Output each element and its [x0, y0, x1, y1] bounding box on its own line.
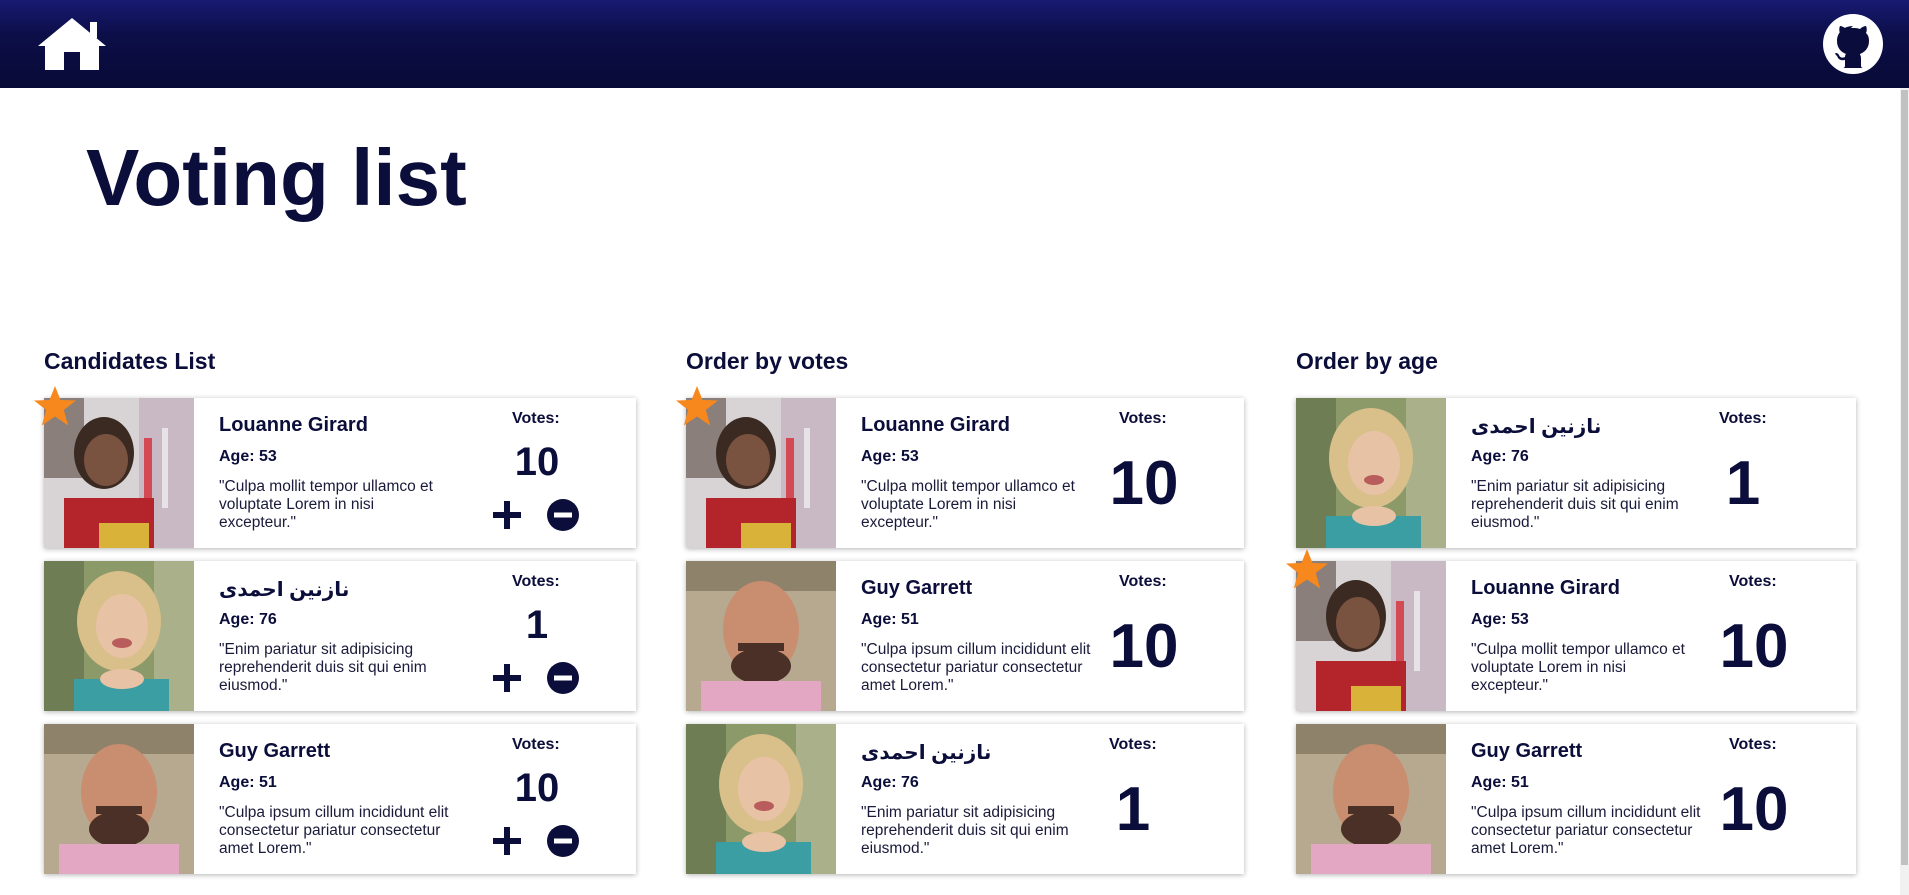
candidate-age: Age: 76 — [1471, 448, 1529, 465]
candidate-card: نازنین احمدی Age: 76 "Enim pariatur sit … — [44, 561, 636, 711]
candidate-quote: "Culpa ipsum cillum incididunt elit cons… — [219, 804, 449, 857]
votes-label: Votes: — [512, 410, 560, 427]
downvote-minus-icon[interactable] — [546, 661, 580, 695]
candidate-card: Louanne Girard Age: 53 "Culpa mollit tem… — [1296, 561, 1856, 711]
candidate-name: نازنین احمدی — [1471, 416, 1602, 438]
section-title: Candidates List — [44, 348, 216, 374]
candidate-card: Guy Garrett Age: 51 "Culpa ipsum cillum … — [44, 724, 636, 874]
candidate-photo — [44, 561, 194, 711]
candidate-age: Age: 51 — [219, 774, 277, 791]
candidate-quote: "Enim pariatur sit adipisicing reprehend… — [861, 804, 1069, 857]
star-icon — [1284, 547, 1330, 591]
downvote-minus-icon[interactable] — [546, 824, 580, 858]
candidate-card: Louanne Girard Age: 53 "Culpa mollit tem… — [686, 398, 1244, 548]
candidate-card: Guy Garrett Age: 51 "Culpa ipsum cillum … — [1296, 724, 1856, 874]
candidate-quote: "Enim pariatur sit adipisicing reprehend… — [1471, 478, 1679, 531]
candidate-photo — [1296, 398, 1446, 548]
votes-count: 10 — [1719, 612, 1789, 681]
candidate-age: Age: 53 — [861, 448, 919, 465]
candidate-card: Guy Garrett Age: 51 "Culpa ipsum cillum … — [686, 561, 1244, 711]
upvote-plus-icon[interactable] — [490, 824, 524, 858]
candidate-age: Age: 51 — [861, 611, 919, 628]
star-icon — [674, 384, 720, 428]
candidate-photo — [686, 561, 836, 711]
candidate-name: نازنین احمدی — [219, 579, 350, 601]
votes-label: Votes: — [1729, 573, 1777, 590]
candidate-name: Guy Garrett — [219, 740, 331, 762]
candidate-quote: "Culpa mollit tempor ullamco et voluptat… — [861, 478, 1075, 531]
votes-count: 10 — [1109, 612, 1179, 681]
candidate-age: Age: 53 — [1471, 611, 1529, 628]
upvote-plus-icon[interactable] — [490, 498, 524, 532]
votes-label: Votes: — [512, 573, 560, 590]
candidate-name: نازنین احمدی — [861, 742, 992, 764]
votes-label: Votes: — [1729, 736, 1777, 753]
candidate-age: Age: 51 — [1471, 774, 1529, 791]
candidate-card: Louanne Girard Age: 53 "Culpa mollit tem… — [44, 398, 636, 548]
votes-count: 1 — [525, 603, 549, 647]
candidate-name: Guy Garrett — [1471, 740, 1583, 762]
votes-count: 10 — [1109, 449, 1179, 518]
section-title: Order by votes — [686, 348, 849, 374]
candidate-card: نازنین احمدی Age: 76 "Enim pariatur sit … — [686, 724, 1244, 874]
candidate-name: Louanne Girard — [219, 414, 368, 436]
star-icon — [32, 384, 78, 428]
page-title: Voting list — [86, 133, 467, 222]
votes-label: Votes: — [512, 736, 560, 753]
candidate-photo — [1296, 724, 1446, 874]
downvote-minus-icon[interactable] — [546, 498, 580, 532]
votes-label: Votes: — [1119, 410, 1167, 427]
candidate-quote: "Enim pariatur sit adipisicing reprehend… — [219, 641, 427, 694]
votes-count: 10 — [1719, 775, 1789, 844]
candidate-name: Guy Garrett — [861, 577, 973, 599]
candidate-age: Age: 53 — [219, 448, 277, 465]
upvote-plus-icon[interactable] — [490, 661, 524, 695]
votes-count: 1 — [1725, 449, 1761, 518]
votes-label: Votes: — [1719, 410, 1767, 427]
candidate-quote: "Culpa ipsum cillum incididunt elit cons… — [861, 641, 1091, 694]
votes-label: Votes: — [1109, 736, 1157, 753]
candidate-name: Louanne Girard — [861, 414, 1010, 436]
top-navbar — [0, 0, 1909, 88]
home-icon[interactable] — [36, 14, 108, 74]
candidate-quote: "Culpa mollit tempor ullamco et voluptat… — [219, 478, 433, 531]
candidate-photo — [686, 724, 836, 874]
github-icon[interactable] — [1822, 13, 1884, 75]
votes-count: 10 — [514, 440, 560, 484]
candidate-name: Louanne Girard — [1471, 577, 1620, 599]
candidate-photo — [44, 724, 194, 874]
votes-count: 10 — [514, 766, 560, 810]
votes-count: 1 — [1115, 775, 1151, 844]
candidate-age: Age: 76 — [219, 611, 277, 628]
section-title: Order by age — [1296, 348, 1438, 374]
candidate-card: نازنین احمدی Age: 76 "Enim pariatur sit … — [1296, 398, 1856, 548]
candidate-quote: "Culpa ipsum cillum incididunt elit cons… — [1471, 804, 1701, 857]
candidate-quote: "Culpa mollit tempor ullamco et voluptat… — [1471, 641, 1685, 694]
scrollbar-thumb[interactable] — [1901, 90, 1908, 865]
candidate-age: Age: 76 — [861, 774, 919, 791]
votes-label: Votes: — [1119, 573, 1167, 590]
